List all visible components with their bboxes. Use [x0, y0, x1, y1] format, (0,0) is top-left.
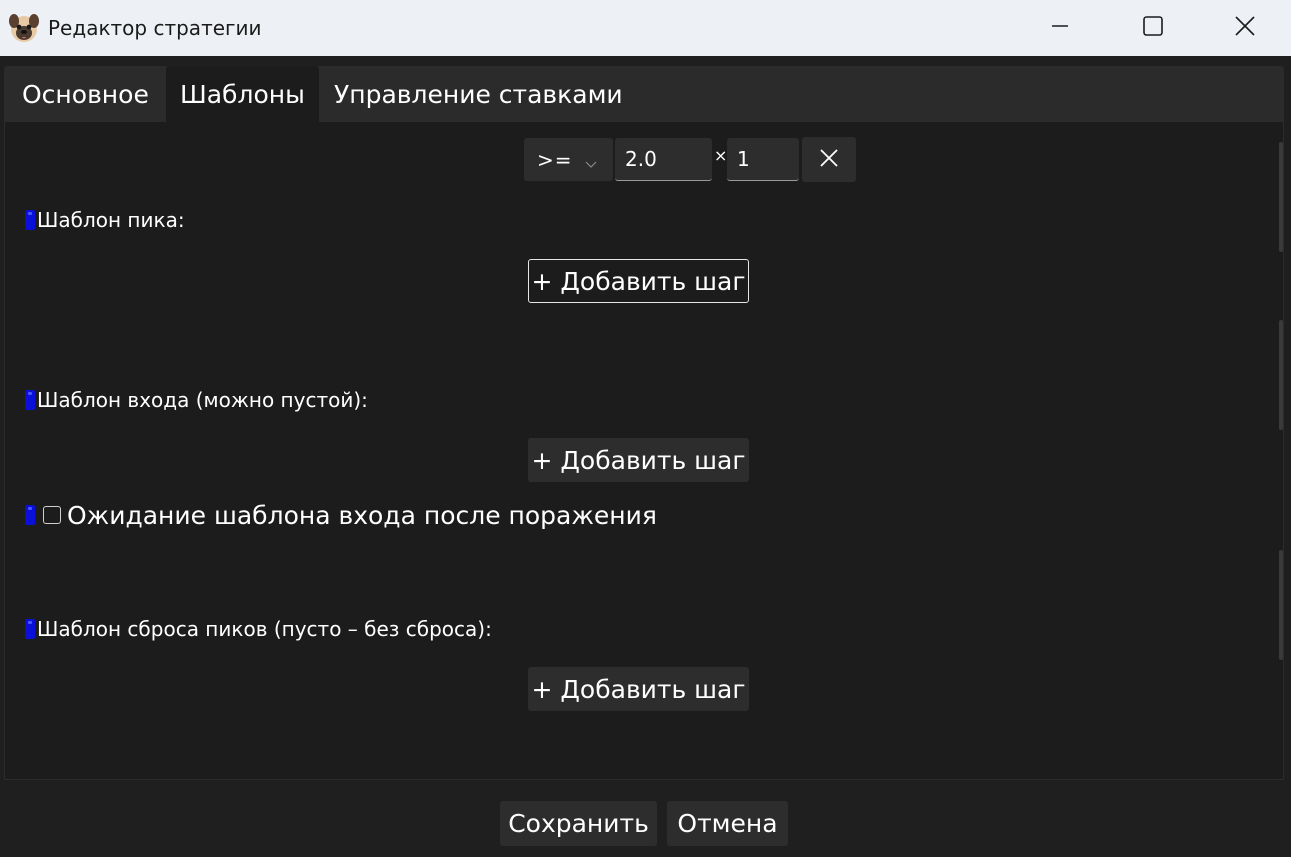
add-peak-step-button[interactable]: + Добавить шаг — [528, 259, 749, 303]
wait-entry-checkbox[interactable] — [43, 506, 61, 524]
info-icon[interactable] — [25, 390, 35, 410]
remove-step-button[interactable] — [802, 137, 856, 182]
add-entry-step-button[interactable]: + Добавить шаг — [528, 438, 749, 482]
info-icon[interactable] — [25, 505, 35, 525]
times-sign: × — [714, 146, 728, 165]
minimize-button[interactable] — [1014, 0, 1106, 56]
entry-template-row: Шаблон входа (можно пустой): — [25, 387, 368, 413]
multiplier-input[interactable] — [727, 138, 799, 181]
reset-template-row: Шаблон сброса пиков (пусто – без сброса)… — [25, 616, 492, 642]
wait-entry-checkbox-row: Ожидание шаблона входа после поражения — [25, 500, 657, 530]
peak-template-row: Шаблон пика: — [25, 207, 185, 233]
scrollbar[interactable] — [1279, 550, 1283, 660]
entry-template-label: Шаблон входа (можно пустой): — [37, 388, 368, 412]
threshold-input[interactable] — [615, 138, 712, 181]
pug-face-icon — [8, 12, 40, 44]
operator-value: >= — [537, 148, 573, 172]
save-button[interactable]: Сохранить — [500, 801, 657, 846]
window-title: Редактор стратегии — [48, 16, 262, 40]
close-window-button[interactable] — [1199, 0, 1291, 56]
tab-templates[interactable]: Шаблоны — [166, 66, 319, 122]
info-icon[interactable] — [25, 210, 35, 230]
wait-entry-label[interactable]: Ожидание шаблона входа после поражения — [67, 501, 657, 530]
tab-bar: Основное Шаблоны Управление ставками — [4, 66, 1284, 122]
scrollbar[interactable] — [1279, 320, 1283, 430]
maximize-button[interactable] — [1107, 0, 1199, 56]
cancel-button[interactable]: Отмена — [667, 801, 788, 846]
chevron-down-icon — [585, 154, 597, 173]
scrollbar[interactable] — [1279, 142, 1283, 252]
tab-main[interactable]: Основное — [8, 66, 163, 122]
peak-template-label: Шаблон пика: — [37, 208, 185, 232]
minimize-icon — [1050, 16, 1070, 40]
info-icon[interactable] — [25, 619, 35, 639]
operator-select[interactable]: >= — [524, 138, 613, 181]
add-reset-step-button[interactable]: + Добавить шаг — [528, 667, 749, 711]
close-icon — [819, 148, 839, 172]
close-icon — [1234, 15, 1256, 41]
tab-bet-management[interactable]: Управление ставками — [320, 66, 637, 122]
reset-template-label: Шаблон сброса пиков (пусто – без сброса)… — [37, 617, 492, 641]
title-bar: Редактор стратегии — [0, 0, 1291, 56]
maximize-icon — [1142, 15, 1164, 41]
